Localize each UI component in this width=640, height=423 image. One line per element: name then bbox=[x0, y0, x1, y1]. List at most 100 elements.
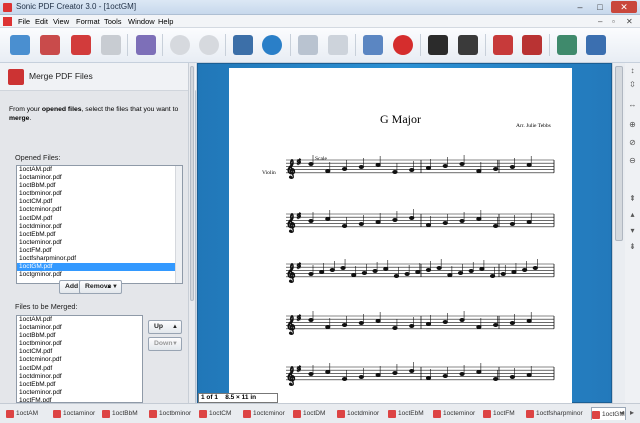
next-page-icon[interactable]: ▾ bbox=[626, 225, 639, 237]
pdf-icon bbox=[102, 410, 110, 418]
svg-text:♯: ♯ bbox=[297, 213, 301, 220]
tab-1octAM[interactable]: 1octAM bbox=[6, 407, 38, 420]
fit-page-icon[interactable]: ⇳ bbox=[626, 79, 639, 91]
down-button[interactable]: Down ▼ bbox=[148, 337, 182, 351]
tab-1octDM[interactable]: 1octDM bbox=[293, 407, 325, 420]
attach-icon[interactable] bbox=[586, 35, 606, 55]
first-page-icon[interactable]: ⇞ bbox=[626, 193, 639, 205]
zoom-in-icon[interactable]: ⊕ bbox=[626, 119, 639, 131]
mdi-minimize-button[interactable]: – bbox=[598, 16, 602, 27]
tab-1octeminor[interactable]: 1octeminor bbox=[433, 407, 475, 420]
menu-file[interactable]: File bbox=[18, 16, 30, 27]
document-view[interactable]: G Major Arr. Julie Tebbs Scale Violin 𝄞 ♯… bbox=[197, 63, 612, 403]
mdi-close-button[interactable]: ✕ bbox=[626, 16, 633, 27]
list-item[interactable]: 1octfsharpminor.pdf bbox=[17, 255, 182, 263]
list-item[interactable]: 1octaminor.pdf bbox=[17, 324, 142, 332]
svg-text:♯: ♯ bbox=[297, 315, 301, 322]
menu-window[interactable]: Window bbox=[128, 16, 155, 27]
window-title: Sonic PDF Creator 3.0 - [1octGM] bbox=[16, 2, 137, 11]
list-item[interactable]: 1octDM.pdf bbox=[17, 365, 142, 373]
undo-icon[interactable] bbox=[170, 35, 190, 55]
printer-icon[interactable] bbox=[522, 35, 542, 55]
list-item[interactable]: 1octCM.pdf bbox=[17, 198, 182, 206]
tab-scroll-right-icon[interactable]: ▸ bbox=[627, 407, 637, 419]
panel-scrollbar[interactable] bbox=[188, 63, 195, 403]
new-icon[interactable] bbox=[10, 35, 30, 55]
list-scrollbar[interactable] bbox=[175, 166, 182, 283]
svg-text:𝄞: 𝄞 bbox=[286, 213, 295, 233]
document-icon[interactable] bbox=[3, 17, 12, 26]
last-page-icon[interactable]: ⇟ bbox=[626, 241, 639, 253]
tab-1octcminor[interactable]: 1octcminor bbox=[243, 407, 285, 420]
pdf-icon bbox=[337, 410, 345, 418]
list-item[interactable]: 1octeminor.pdf bbox=[17, 239, 182, 247]
list-item[interactable]: 1octgminor.pdf bbox=[17, 271, 182, 279]
list-item[interactable]: 1octGM.pdf bbox=[17, 263, 182, 272]
svg-text:𝄞: 𝄞 bbox=[286, 159, 295, 179]
save-icon[interactable] bbox=[101, 35, 121, 55]
insert-pages-icon[interactable] bbox=[298, 35, 318, 55]
menu-help[interactable]: Help bbox=[158, 16, 173, 27]
list-item[interactable]: 1octcminor.pdf bbox=[17, 356, 142, 364]
up-button[interactable]: Up ▲ bbox=[148, 320, 182, 334]
convert-icon[interactable] bbox=[136, 35, 156, 55]
menu-tools[interactable]: Tools bbox=[104, 16, 122, 27]
pdf-icon bbox=[199, 410, 207, 418]
menu-format[interactable]: Format bbox=[76, 16, 100, 27]
list-item[interactable]: 1octdminor.pdf bbox=[17, 373, 142, 381]
pdf-icon bbox=[53, 410, 61, 418]
opened-files-list[interactable]: 1octAM.pdf 1octaminor.pdf 1octBbM.pdf 1octb… bbox=[16, 165, 183, 284]
svg-text:𝄞: 𝄞 bbox=[286, 263, 295, 283]
tab-1octFM[interactable]: 1octFM bbox=[483, 407, 515, 420]
list-item[interactable]: 1octEbM.pdf bbox=[17, 231, 182, 239]
zoom-marquee-icon[interactable]: ⊘ bbox=[626, 137, 639, 149]
minimize-button[interactable]: – bbox=[571, 1, 589, 13]
tab-1octCM[interactable]: 1octCM bbox=[199, 407, 231, 420]
prev-page-icon[interactable]: ▴ bbox=[626, 209, 639, 221]
list-item[interactable]: 1octCM.pdf bbox=[17, 348, 142, 356]
sign-icon[interactable] bbox=[557, 35, 577, 55]
security-icon[interactable] bbox=[428, 35, 448, 55]
open-folder-icon[interactable] bbox=[71, 35, 91, 55]
tab-1octfsharpminor[interactable]: 1octfsharpminor bbox=[526, 407, 583, 420]
tab-scroll-left-icon[interactable]: ◂ bbox=[617, 407, 627, 419]
zoom-out-icon[interactable]: ⊖ bbox=[626, 155, 639, 167]
scan-icon[interactable] bbox=[233, 35, 253, 55]
link-icon[interactable] bbox=[262, 35, 282, 55]
merge-icon[interactable] bbox=[363, 35, 383, 55]
list-item[interactable]: 1octFM.pdf bbox=[17, 247, 182, 255]
tab-1octbminor[interactable]: 1octbminor bbox=[149, 407, 191, 420]
tab-1octEbM[interactable]: 1octEbM bbox=[388, 407, 424, 420]
list-item[interactable]: 1octcminor.pdf bbox=[17, 206, 182, 214]
files-to-merge-list[interactable]: 1octAM.pdf 1octaminor.pdf 1octBbM.pdf 1octb… bbox=[16, 315, 143, 403]
document-scrollbar[interactable] bbox=[612, 63, 625, 403]
list-item[interactable]: 1octBbM.pdf bbox=[17, 332, 142, 340]
fit-height-icon[interactable]: ↕ bbox=[626, 65, 639, 77]
tab-1octaminor[interactable]: 1octaminor bbox=[53, 407, 95, 420]
close-button[interactable]: ✕ bbox=[611, 1, 637, 13]
tab-1octBbM[interactable]: 1octBbM bbox=[102, 407, 138, 420]
list-item[interactable]: 1octeminor.pdf bbox=[17, 389, 142, 397]
list-item[interactable]: 1octaminor.pdf bbox=[17, 174, 182, 182]
maximize-button[interactable]: □ bbox=[591, 1, 609, 13]
list-item[interactable]: 1octbminor.pdf bbox=[17, 190, 182, 198]
list-item[interactable]: 1octAM.pdf bbox=[17, 166, 182, 174]
list-item[interactable]: 1octdminor.pdf bbox=[17, 223, 182, 231]
mdi-restore-button[interactable]: ▫ bbox=[612, 16, 615, 27]
remove-button[interactable]: Remove ▲▼ bbox=[79, 280, 122, 294]
list-item[interactable]: 1octbminor.pdf bbox=[17, 340, 142, 348]
key-icon[interactable] bbox=[393, 35, 413, 55]
tab-1octdminor[interactable]: 1octdminor bbox=[337, 407, 379, 420]
menu-edit[interactable]: Edit bbox=[35, 16, 48, 27]
list-item[interactable]: 1octEbM.pdf bbox=[17, 381, 142, 389]
print-icon[interactable] bbox=[493, 35, 513, 55]
fit-width-icon[interactable]: ↔ bbox=[626, 99, 639, 111]
list-item[interactable]: 1octBbM.pdf bbox=[17, 182, 182, 190]
open-icon[interactable] bbox=[40, 35, 60, 55]
extract-pages-icon[interactable] bbox=[328, 35, 348, 55]
menu-view[interactable]: View bbox=[53, 16, 69, 27]
stamp-icon[interactable] bbox=[458, 35, 478, 55]
list-item[interactable]: 1octAM.pdf bbox=[17, 316, 142, 324]
list-item[interactable]: 1octDM.pdf bbox=[17, 215, 182, 223]
redo-icon[interactable] bbox=[199, 35, 219, 55]
